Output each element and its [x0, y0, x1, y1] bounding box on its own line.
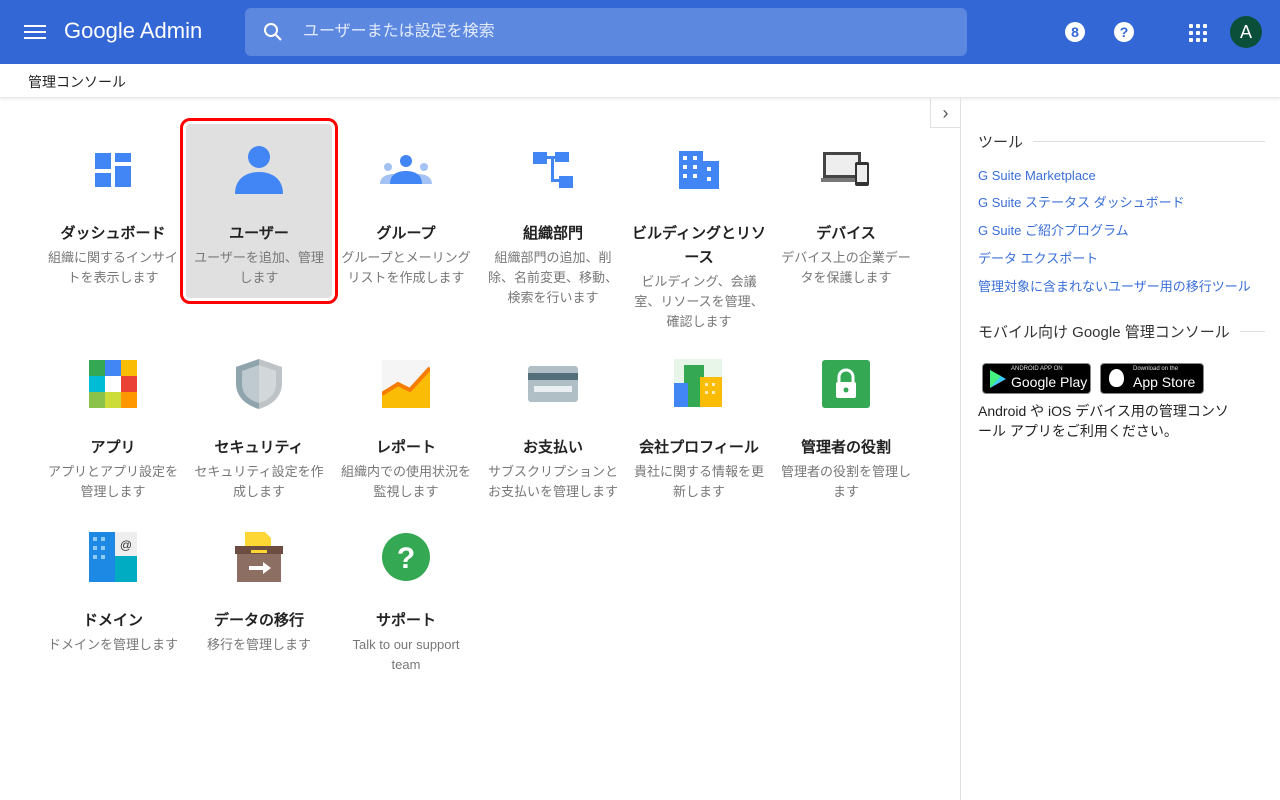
card-domain[interactable]: @ ドメインドメインを管理します: [40, 511, 186, 655]
card-lock[interactable]: 管理者の役割管理者の役割を管理します: [773, 338, 919, 502]
search-bar: [245, 8, 967, 56]
group-icon: [333, 124, 479, 216]
tools-heading: ツール: [978, 131, 1265, 152]
card-description: 組織に関するインサイトを表示します: [47, 250, 178, 285]
mobile-app-text: Android や iOS デバイス用の管理コンソール アプリをご利用ください。: [978, 403, 1229, 439]
card-reports[interactable]: レポート組織内での使用状況を監視します: [333, 338, 479, 502]
svg-text:?: ?: [397, 542, 415, 575]
card-title: お支払い: [522, 439, 583, 456]
dashboard-icon: [40, 124, 186, 216]
card-description: 貴社に関する情報を更新します: [633, 464, 764, 499]
org-units-icon: [480, 124, 626, 216]
user-icon: [186, 124, 332, 216]
card-devices[interactable]: デバイスデバイス上の企業データを保護します: [773, 124, 919, 288]
apps-icon: [40, 338, 186, 430]
card-title: デバイス: [816, 225, 876, 242]
hourglass-icon[interactable]: 8: [1065, 22, 1085, 42]
card-description: アプリとアプリ設定を管理します: [47, 464, 178, 499]
card-description: ユーザーを追加、管理します: [194, 250, 324, 285]
support-icon: ?: [333, 511, 479, 603]
card-migration[interactable]: データの移行 移行を管理します: [186, 511, 332, 655]
billing-icon: [480, 338, 626, 430]
card-description: Talk to our support team: [352, 637, 460, 672]
card-description: 組織部門の追加、削除、名前変更、移動、検索を行います: [487, 250, 618, 305]
card-title: ビルディングとリソース: [632, 225, 766, 266]
card-org-units[interactable]: 組織部門組織部門の追加、削除、名前変更、移動、検索を行います: [480, 124, 626, 308]
svg-text:@: @: [120, 538, 132, 552]
card-dashboard[interactable]: ダッシュボード組織に関するインサイトを表示します: [40, 124, 186, 288]
menu-icon[interactable]: [24, 22, 46, 42]
card-description: グループとメーリングリストを作成します: [341, 250, 471, 285]
chevron-right-icon[interactable]: ›: [930, 98, 960, 128]
domain-icon: @: [40, 511, 186, 603]
shield-icon: [186, 338, 332, 430]
play-icon: [990, 370, 1006, 388]
card-description: サブスクリプションとお支払いを管理します: [487, 464, 618, 499]
card-title: アプリ: [90, 439, 136, 456]
card-company[interactable]: 会社プロフィール貴社に関する情報を更新します: [626, 338, 772, 502]
card-description: セキュリティ設定を作成します: [194, 464, 324, 499]
card-building[interactable]: ビルディングとリソースビルディング、会議室、リソースを管理、確認します: [626, 124, 772, 332]
card-title: ダッシュボード: [60, 225, 166, 242]
logo[interactable]: Google Admin: [64, 18, 202, 44]
avatar[interactable]: A: [1230, 16, 1262, 48]
link-status-dashboard[interactable]: G Suite ステータス ダッシュボード: [978, 192, 1185, 211]
breadcrumb: 管理コンソール: [0, 64, 1280, 98]
help-icon[interactable]: ?: [1114, 22, 1134, 42]
card-title: ユーザー: [229, 225, 289, 242]
card-title: レポート: [375, 439, 436, 456]
link-referral[interactable]: G Suite ご紹介プログラム: [978, 220, 1129, 239]
apps-grid-icon[interactable]: [1189, 24, 1207, 42]
google-play-badge[interactable]: ANDROID APP ON Google Play: [982, 363, 1091, 394]
lock-icon: [773, 338, 919, 430]
card-title: サポート: [375, 612, 436, 629]
card-group[interactable]: グループグループとメーリングリストを作成します: [333, 124, 479, 288]
card-user[interactable]: ユーザーユーザーを追加、管理します: [180, 118, 338, 304]
card-description: 移行を管理します: [206, 637, 311, 652]
card-title: 管理者の役割: [800, 439, 891, 456]
card-title: 組織部門: [522, 225, 583, 242]
card-description: デバイス上の企業データを保護します: [781, 250, 911, 285]
card-billing[interactable]: お支払いサブスクリプションとお支払いを管理します: [480, 338, 626, 502]
card-description: 組織内での使用状況を監視します: [340, 464, 471, 499]
search-icon[interactable]: [263, 22, 283, 42]
card-title: ドメイン: [82, 612, 143, 629]
reports-icon: [333, 338, 479, 430]
building-icon: [626, 124, 772, 216]
card-title: セキュリティ: [214, 439, 304, 456]
devices-icon: [773, 124, 919, 216]
card-description: ビルディング、会議室、リソースを管理、確認します: [634, 274, 764, 329]
card-description: ドメインを管理します: [47, 637, 178, 652]
card-title: 会社プロフィール: [639, 439, 759, 456]
link-marketplace[interactable]: G Suite Marketplace: [978, 168, 1096, 183]
link-migration-tool[interactable]: 管理対象に含まれないユーザー用の移行ツール: [978, 276, 1251, 295]
top-bar: Google Admin 8 ? A: [0, 0, 1280, 64]
app-store-badge[interactable]: Download on the App Store: [1100, 363, 1204, 394]
card-description: 管理者の役割を管理します: [780, 464, 911, 499]
card-apps[interactable]: アプリアプリとアプリ設定を管理します: [40, 338, 186, 502]
link-data-export[interactable]: データ エクスポート: [978, 248, 1098, 267]
search-input[interactable]: [303, 20, 943, 44]
card-shield[interactable]: セキュリティセキュリティ設定を作成します: [186, 338, 332, 502]
card-title: データの移行: [213, 612, 304, 629]
apple-icon: [1109, 369, 1124, 387]
sidebar: ツール G Suite Marketplace G Suite ステータス ダッ…: [960, 98, 1280, 800]
card-support[interactable]: ? サポート Talk to our support team: [333, 511, 479, 675]
mobile-heading: モバイル向け Google 管理コンソール: [978, 321, 1265, 342]
breadcrumb-label: 管理コンソール: [28, 74, 126, 90]
migration-icon: [186, 511, 332, 603]
company-icon: [626, 338, 772, 430]
card-title: グループ: [376, 225, 436, 242]
